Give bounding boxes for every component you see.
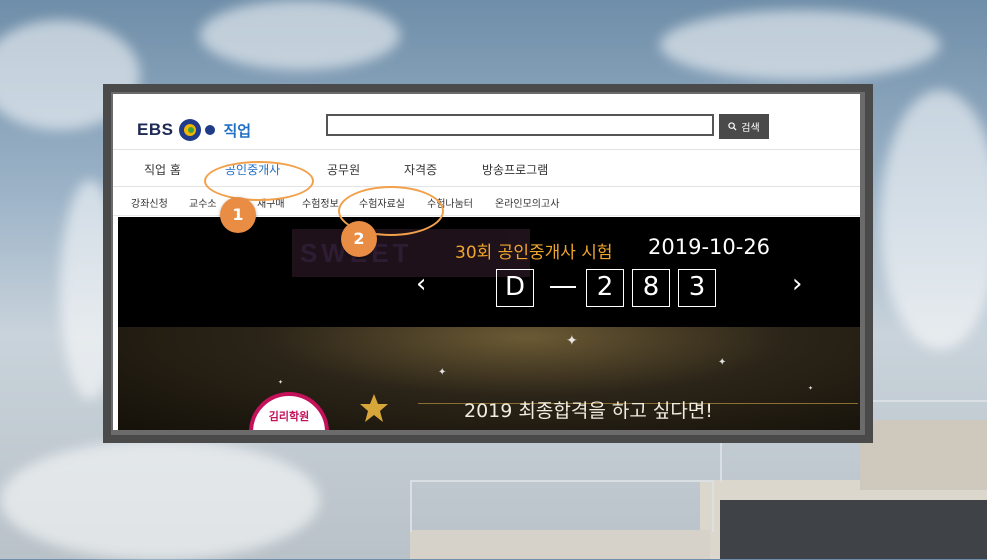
ebs-logo-icon <box>179 119 202 141</box>
d-day-prefix: D <box>496 269 534 307</box>
search-input[interactable] <box>326 114 714 136</box>
exam-date: 2019-10-26 <box>648 235 771 259</box>
subnav-item-online-mock-exam[interactable]: 온라인모의고사 <box>495 195 559 210</box>
step-marker-1: 1 <box>220 197 256 233</box>
countdown-banner: SWEET 30회 공인중개사 시험 2019-10-26 ‹ › D 2 8 … <box>118 217 860 327</box>
d-day-dash <box>550 286 576 288</box>
promo-banner[interactable]: ✦ ✦ ✦ ✦ ✦ 김리학원 2019 최종합격을 하고 싶다면! <box>118 327 860 430</box>
d-day-digit-2: 8 <box>632 269 670 307</box>
subnav-item-exam-info[interactable]: 수험정보 <box>302 195 339 210</box>
sparkle-icon: ✦ <box>808 385 814 392</box>
banner-next-arrow-icon[interactable]: › <box>792 271 802 297</box>
trophy-icon <box>360 394 388 422</box>
banner-prev-arrow-icon[interactable]: ‹ <box>416 271 426 297</box>
sparkle-icon: ✦ <box>718 357 727 368</box>
logo-job-text: 직업 <box>223 121 252 140</box>
nav-item-civil-servant[interactable]: 공무원 <box>327 161 360 178</box>
exam-title: 30회 공인중개사 시험 <box>455 243 613 263</box>
nav-item-broadcast-program[interactable]: 방송프로그램 <box>482 161 548 178</box>
logo-ebs-text: EBS <box>137 120 174 139</box>
highlight-ellipse-1 <box>204 161 314 201</box>
logo-dot-icon <box>205 125 216 135</box>
sparkle-icon: ✦ <box>438 367 447 378</box>
d-day-digit-3: 3 <box>678 269 716 307</box>
ebs-logo[interactable]: EBS 직업 <box>137 118 251 142</box>
search-icon <box>728 122 737 131</box>
website-page: EBS 직업 검색 직업 홈 공인중개사 공무원 자격증 방송프로그램 강좌신청… <box>113 94 860 430</box>
website-frame: EBS 직업 검색 직업 홈 공인중개사 공무원 자격증 방송프로그램 강좌신청… <box>103 84 873 443</box>
search-button-label: 검색 <box>741 123 760 134</box>
step-marker-2: 2 <box>341 221 377 257</box>
subnav-item-professor[interactable]: 교수소 <box>189 195 217 210</box>
subnav-item-course-apply[interactable]: 강좌신청 <box>131 195 168 210</box>
promo-badge: 김리학원 <box>249 392 329 430</box>
nav-item-certificate[interactable]: 자격증 <box>404 161 437 178</box>
sparkle-icon: ✦ <box>278 379 284 386</box>
nav-item-job-home[interactable]: 직업 홈 <box>144 161 181 178</box>
d-day-digit-1: 2 <box>586 269 624 307</box>
promo-headline: 2019 최종합격을 하고 싶다면! <box>464 400 713 422</box>
sparkle-icon: ✦ <box>566 333 578 349</box>
search-button[interactable]: 검색 <box>719 114 769 139</box>
